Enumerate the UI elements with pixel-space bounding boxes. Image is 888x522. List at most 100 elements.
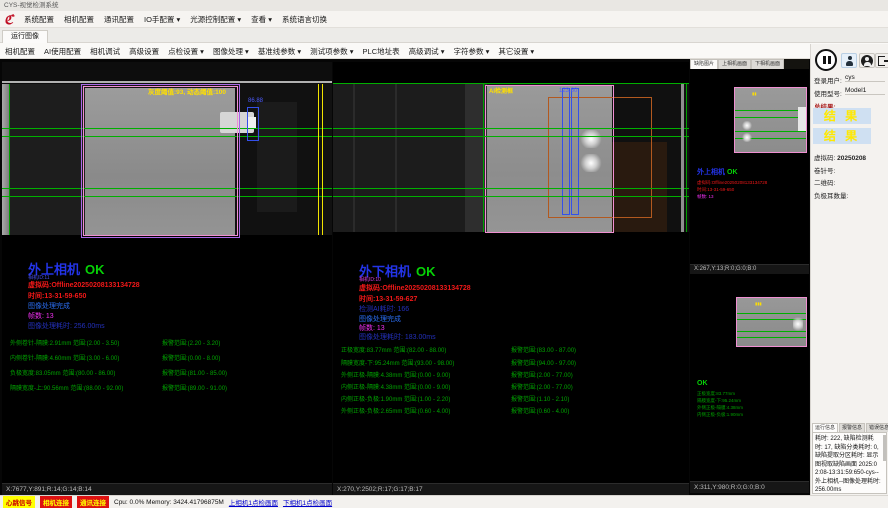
virtual-code-value: 20250208: [837, 155, 866, 162]
value-annotation: 86.88: [248, 98, 263, 104]
tab-run-image[interactable]: 运行图像: [2, 30, 48, 43]
camera-connect-badge: 相机连接: [40, 496, 72, 508]
result-badge-upper: 结 果: [813, 108, 871, 124]
lower-cam-spotcheck-link[interactable]: 下相机1点检画面: [283, 497, 332, 507]
machine-part: [10, 84, 85, 235]
toolbar: 相机配置 AI使用配置 相机调试 高级设置 点检设置 ▾ 图像处理 ▾ 基准线参…: [0, 43, 888, 59]
measure-line: [333, 136, 689, 137]
measurement-row: 正极宽度:83.77mm 范围:(82.00 - 88.00)报警范围:(83.…: [341, 345, 661, 354]
edge-marker-line: [322, 84, 323, 235]
user-button[interactable]: [841, 53, 857, 68]
thumb-result-ok: OK: [697, 380, 708, 387]
pixel-readout-upper: X:7677,Y:891;R:14;G:14;B:14: [2, 483, 332, 495]
window-title: CYS-视觉检测系统: [0, 0, 888, 11]
tab-glow-spot: [742, 121, 752, 130]
tool-test-params[interactable]: 测试项参数 ▾: [310, 46, 353, 57]
tool-other-settings[interactable]: 其它设置 ▾: [498, 46, 534, 57]
machine-edge-line: [2, 81, 332, 83]
operator-button[interactable]: [859, 53, 875, 68]
process-time: 图像处理耗时: 256.00ms: [28, 321, 105, 331]
measurement-row: 隔膜宽度-上:90.56mm 范围:(88.00 - 92.00)报警范围:(8…: [10, 383, 330, 392]
edge-marker-line: [318, 84, 319, 235]
run-info-log[interactable]: 耗时: 222, 缺陷检测耗时: 17, 缺陷分类耗时: 0, 缺陷提取分区耗时…: [812, 432, 887, 494]
measure-line: [333, 128, 689, 129]
upper-cam-spotcheck-link[interactable]: 上相机1点检画面: [229, 497, 278, 507]
process-time: 图像处理耗时: 183.00ms: [359, 332, 436, 342]
menu-item-camera-config[interactable]: 相机配置: [64, 14, 94, 25]
pixel-readout-lower: X:270,Y:2502;R:17;G:17;B:17: [333, 483, 689, 495]
thumb-measurement: 正极宽度:83.77mm: [697, 390, 735, 397]
tool-ai-config[interactable]: AI使用配置: [44, 46, 81, 57]
thumb-tab-defect[interactable]: 缺陷图片: [690, 59, 718, 69]
measurement-row: 内侧正极-负极:1.90mm 范围:(1.00 - 2.20)报警范围:(1.1…: [341, 394, 661, 403]
tool-advanced-debug[interactable]: 高级调试 ▾: [409, 46, 445, 57]
tool-spotcheck-settings[interactable]: 点检设置 ▾: [168, 46, 204, 57]
roi-rect: [83, 86, 238, 236]
pause-button[interactable]: [815, 49, 837, 71]
logout-button[interactable]: [875, 53, 888, 68]
measure-line: [333, 188, 689, 189]
tool-baseline-params[interactable]: 基准线参数 ▾: [258, 46, 301, 57]
thumb-virtual-code: 虚拟码:Offline20250208133134728: [697, 179, 767, 186]
measurement-row: 内侧正极-隔膜:4.38mm 范围:(0.00 - 9.00)报警范围:(2.0…: [341, 382, 661, 391]
heartbeat-badge: 心跳信号: [3, 496, 35, 508]
pause-icon: [823, 56, 826, 64]
machine-edge: [681, 84, 684, 232]
menu-item-comm-config[interactable]: 通讯配置: [104, 14, 134, 25]
measure-line: [737, 337, 806, 338]
virtual-code: 虚拟码:Offline20250208133134728: [28, 280, 140, 290]
measurement-row: 隔膜宽度-下:95.24mm 范围:(93.00 - 98.00)报警范围:(9…: [341, 358, 661, 367]
threshold-annotation: 灰度阈值:93, 动态阈值:100: [148, 86, 226, 96]
roi-rect: [485, 85, 614, 233]
comm-connect-badge: 通讯连接: [77, 496, 109, 508]
camera-view-lower[interactable]: AI检测框 123.60 外下相机OK 相机ID:10 虚拟码:Offline2…: [333, 62, 689, 483]
tool-plc-table[interactable]: PLC地址表: [363, 46, 400, 57]
app-logo-icon: ℭ: [4, 12, 13, 28]
info-scrollbar[interactable]: [883, 435, 886, 461]
measurement-row: 外侧正极-隔膜:4.38mm 范围:(0.00 - 9.00)报警范围:(2.0…: [341, 370, 661, 379]
info-tab-alarm[interactable]: 报警信息: [839, 423, 865, 432]
menu-item-system-config[interactable]: 系统配置: [24, 14, 54, 25]
menu-item-language[interactable]: 系统语言切换: [282, 14, 327, 25]
thumb-measurement: 内侧正极-负极:1.90mm: [697, 411, 743, 418]
app-window: CYS-视觉检测系统 ℭ 系统配置 相机配置 通讯配置 IO手配置 ▾ 光源控制…: [0, 0, 888, 522]
machine-part: [395, 84, 397, 232]
thumb-measurement: 隔膜宽度-下:95.24mm: [697, 397, 741, 404]
login-user-label: 登录用户:: [814, 75, 842, 85]
camera-id: 相机ID:10: [359, 276, 381, 283]
result-badge-lower: 结 果: [813, 128, 871, 144]
tool-camera-config[interactable]: 相机配置: [5, 46, 35, 57]
thumb-result-title: 外上相机OK: [697, 169, 738, 176]
gripper-part: [798, 107, 806, 131]
pin-number-label: 卷针号:: [814, 165, 835, 175]
tool-camera-debug[interactable]: 相机调试: [90, 46, 120, 57]
tool-advanced-settings[interactable]: 高级设置: [129, 46, 159, 57]
threshold-annotation: ▮▮: [752, 91, 756, 96]
camera-view-upper[interactable]: 灰度阈值:93, 动态阈值:100 86.88 外上相机OK 相机ID:11 虚…: [2, 62, 332, 483]
tool-image-processing[interactable]: 图像处理 ▾: [213, 46, 249, 57]
result-ok: OK: [416, 264, 436, 279]
cpu-memory-readout: Cpu: 0.0% Memory: 3424.41796875M: [114, 499, 224, 506]
frame-count: 帧数: 13: [28, 311, 54, 321]
menu-item-view[interactable]: 查看 ▾: [251, 14, 272, 25]
thumbnail-lower[interactable]: ▮▮▮ OK 正极宽度:83.77mm 隔膜宽度-下:95.24mm 外侧正极-…: [690, 274, 809, 481]
measurement-row: 外侧卷针-隔膜:2.91mm 范围:(2.00 - 3.50)报警范围:(2.2…: [10, 338, 330, 347]
virtual-code-label: 虚拟码: 20250208: [814, 152, 866, 162]
menu-item-io-config[interactable]: IO手配置 ▾: [144, 14, 180, 25]
thumbnail-upper[interactable]: ▮▮ 外上相机OK 虚拟码:Offline20250208133134728 时…: [690, 69, 809, 264]
measure-line: [9, 84, 10, 235]
virtual-code: 虚拟码:Offline20250208133134728: [359, 283, 471, 293]
thumb-tab-lower-cam[interactable]: 下相机画面: [751, 59, 784, 69]
menu-item-light-config[interactable]: 光源控制配置 ▾: [190, 14, 241, 25]
measurement-row: 内侧卷针-隔膜:4.60mm 范围:(3.00 - 6.00)报警范围:(0.0…: [10, 353, 330, 362]
info-tab-run[interactable]: 运行信息: [812, 423, 838, 432]
thumbnail-tabs: 缺陷图片 上相机画面 下相机画面: [690, 59, 809, 69]
user-icon: [846, 56, 853, 66]
thumb-tab-upper-cam[interactable]: 上相机画面: [718, 59, 751, 69]
tab-glow-spot: [793, 316, 803, 332]
thumb-measurement: 外侧正极-隔膜:4.38mm: [697, 404, 743, 411]
capture-time: 时间:13-31-59-627: [359, 294, 417, 304]
tool-char-params[interactable]: 字符参数 ▾: [453, 46, 489, 57]
info-tab-error[interactable]: 错误信息: [866, 423, 888, 432]
pause-icon: [828, 56, 831, 64]
